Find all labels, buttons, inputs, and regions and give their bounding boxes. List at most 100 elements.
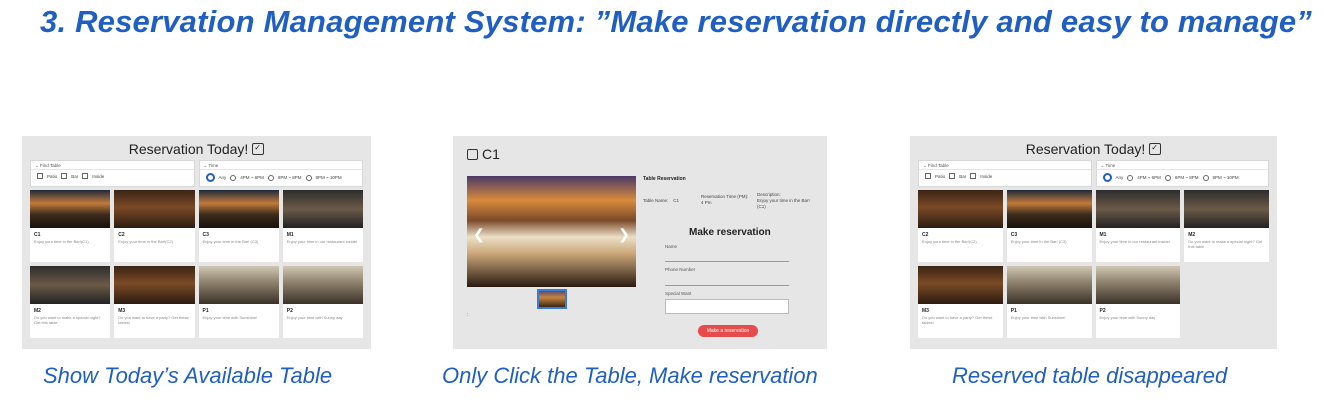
table-card[interactable]: C2 Enjoy your time in the Bar!(C2) bbox=[114, 190, 195, 262]
table-photo bbox=[114, 266, 195, 304]
footer-mark: : bbox=[467, 312, 469, 318]
time-8-10-radio[interactable] bbox=[1202, 174, 1209, 181]
table-photo bbox=[1184, 190, 1269, 228]
name-input[interactable] bbox=[665, 261, 789, 262]
table-card[interactable]: C1 Enjoy your time in the Bar!(C1) bbox=[30, 190, 111, 262]
time-option-label: 4PM ~ 6PM bbox=[240, 175, 264, 180]
bar-checkbox[interactable] bbox=[61, 173, 68, 179]
table-photo bbox=[114, 190, 195, 228]
table-name: C3 bbox=[1010, 232, 1018, 238]
table-name: P2 bbox=[1099, 308, 1106, 314]
inside-label: Inside bbox=[92, 173, 105, 179]
prev-arrow-icon[interactable]: ❮ bbox=[473, 226, 485, 243]
time-6-8-radio[interactable] bbox=[1164, 174, 1171, 181]
table-photo-carousel[interactable]: ❮ ❯ bbox=[467, 176, 636, 287]
calendar-icon bbox=[467, 149, 478, 160]
table-card[interactable]: M3 Do you want to have a party? Get these… bbox=[114, 266, 195, 338]
table-card[interactable]: P2 Enjoy your time with Sunny day bbox=[1095, 266, 1181, 338]
time-option-label: 6PM ~ 8PM bbox=[277, 175, 302, 180]
time-any-radio[interactable] bbox=[205, 173, 215, 182]
table-desc: Enjoy your time in the Bar!(C1) bbox=[34, 239, 89, 244]
time-option-label: 6PM ~ 8PM bbox=[1174, 175, 1199, 180]
time-any-radio[interactable] bbox=[1102, 173, 1112, 182]
page-title: Reservation Today! bbox=[128, 141, 249, 157]
table-photo bbox=[918, 190, 1003, 228]
table-card[interactable]: P1 Enjoy your time with Sunshine! bbox=[198, 266, 279, 338]
table-name: M1 bbox=[286, 232, 294, 238]
make-reservation-button[interactable]: Make a reservation bbox=[698, 325, 758, 337]
carousel-thumbnail[interactable] bbox=[537, 289, 567, 309]
table-desc: Do you want to have a party? Get these t… bbox=[922, 315, 993, 325]
table-name: M3 bbox=[118, 308, 126, 314]
calendar-check-icon bbox=[252, 143, 265, 155]
inside-checkbox[interactable] bbox=[82, 173, 89, 179]
time-4-6-radio[interactable] bbox=[1127, 174, 1134, 181]
table-photo bbox=[198, 190, 279, 228]
table-desc: Do you want to have a party? Get these t… bbox=[118, 315, 189, 325]
phone-input[interactable] bbox=[665, 285, 789, 286]
slide-title: 3. Reservation Management System: ”Make … bbox=[40, 4, 1312, 39]
table-desc: Enjoy your time in our restaurant inside… bbox=[286, 239, 358, 244]
bar-checkbox[interactable] bbox=[949, 173, 956, 179]
bar-label: Bar bbox=[959, 173, 967, 179]
bar-label: Bar bbox=[71, 173, 79, 179]
table-name: P1 bbox=[1010, 308, 1017, 314]
reservation-time-field: Reservation Time (PM): 4 Pm bbox=[701, 194, 749, 205]
table-photo bbox=[1095, 266, 1181, 304]
find-table-filter[interactable]: ⌄ Find Table Patio Bar Inside bbox=[30, 160, 195, 187]
available-tables-screenshot: Reservation Today! ⌄ Find Table Patio Ba… bbox=[22, 136, 371, 349]
slide: 3. Reservation Management System: ”Make … bbox=[0, 0, 1324, 413]
caption-available: Show Today’s Available Table bbox=[43, 363, 333, 388]
table-photo bbox=[282, 266, 363, 304]
table-name: M2 bbox=[34, 308, 41, 314]
table-card[interactable]: P2 Enjoy your time with Sunny day bbox=[282, 266, 363, 338]
phone-label: Phone Number bbox=[665, 267, 696, 272]
table-card[interactable]: C2 Enjoy your time in the Bar!(C2) bbox=[918, 190, 1003, 262]
table-photo bbox=[1006, 266, 1092, 304]
table-photo bbox=[918, 266, 1003, 304]
table-card[interactable]: M3 Do you want to have a party? Get these… bbox=[918, 266, 1003, 338]
patio-label: Patio bbox=[935, 173, 946, 179]
time-option-label: Any bbox=[218, 175, 227, 180]
time-4-6-radio[interactable] bbox=[230, 174, 237, 181]
find-table-filter[interactable]: ⌄ Find Table Patio Bar Inside bbox=[918, 160, 1092, 187]
table-card[interactable]: M2 Do you want to make a special night? G… bbox=[30, 266, 111, 338]
time-label: ⌄ Time bbox=[199, 161, 362, 170]
time-6-8-radio[interactable] bbox=[267, 174, 274, 181]
table-desc: Do you want to make a special night? Get… bbox=[34, 315, 101, 325]
table-card[interactable]: M1 Enjoy your time in our restaurant insi… bbox=[1095, 190, 1181, 262]
patio-checkbox[interactable] bbox=[37, 173, 43, 179]
time-option-label: Any bbox=[1115, 175, 1124, 180]
table-desc: Enjoy your time in the Bar!(C2) bbox=[922, 239, 977, 244]
table-photo bbox=[1095, 190, 1181, 228]
special-want-textarea[interactable] bbox=[665, 299, 789, 314]
name-label: Name bbox=[665, 244, 678, 249]
page-header: Reservation Today! bbox=[22, 136, 371, 158]
filter-bar: ⌄ Find Table Patio Bar Inside ⌄ Time Any… bbox=[910, 160, 1277, 187]
next-arrow-icon[interactable]: ❯ bbox=[618, 226, 630, 243]
reserved-disappeared-screenshot: Reservation Today! ⌄ Find Table Patio Ba… bbox=[910, 136, 1277, 349]
inside-checkbox[interactable] bbox=[970, 173, 977, 179]
time-filter[interactable]: ⌄ Time Any 4PM ~ 6PM 6PM ~ 8PM 8PM ~ 10P… bbox=[198, 160, 363, 187]
table-card[interactable]: C3 Enjoy your time in the Bar! (C3) bbox=[198, 190, 279, 262]
find-table-label: ⌄ Find Table bbox=[919, 161, 1091, 170]
patio-checkbox[interactable] bbox=[925, 173, 931, 179]
table-photo bbox=[30, 266, 111, 304]
calendar-check-icon bbox=[1149, 143, 1162, 155]
time-filter[interactable]: ⌄ Time Any 4PM ~ 6PM 6PM ~ 8PM 8PM ~ 10P… bbox=[1095, 160, 1269, 187]
table-reservation-heading: Table Reservation bbox=[643, 176, 686, 182]
table-card[interactable]: M2 Do you want to make a special night? G… bbox=[1184, 190, 1269, 262]
time-label: ⌄ Time bbox=[1096, 161, 1268, 170]
table-card[interactable]: C3 Enjoy your time in the Bar! (C3) bbox=[1006, 190, 1092, 262]
table-card[interactable]: M1 Enjoy your time in our restaurant insi… bbox=[282, 190, 363, 262]
description-field: Description: Enjoy your time in the Bar! … bbox=[757, 192, 810, 209]
table-card[interactable]: P1 Enjoy your time with Sunshine! bbox=[1006, 266, 1092, 338]
patio-label: Patio bbox=[47, 173, 58, 179]
table-name: C2 bbox=[922, 232, 929, 238]
table-desc: Do you want to make a special night? Get… bbox=[1188, 239, 1263, 249]
filter-bar: ⌄ Find Table Patio Bar Inside ⌄ Time Any… bbox=[22, 160, 371, 187]
time-option-label: 8PM ~ 10PM bbox=[315, 175, 342, 180]
table-desc: Enjoy your time in our restaurant inside… bbox=[1099, 239, 1170, 244]
time-8-10-radio[interactable] bbox=[305, 174, 312, 181]
table-photo bbox=[30, 190, 111, 228]
